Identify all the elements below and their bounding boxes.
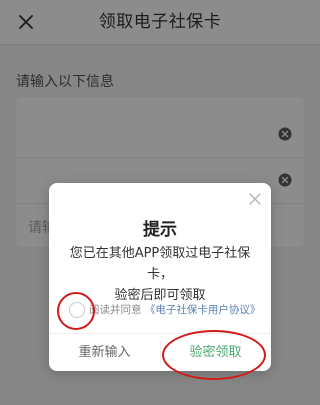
dialog-close-icon[interactable]	[249, 193, 261, 205]
dialog-title: 提示	[143, 220, 177, 240]
agreement-row: 阅读并同意 《电子社保卡用户协议》	[61, 300, 263, 320]
reenter-button[interactable]: 重新输入	[49, 334, 160, 371]
verify-and-claim-button[interactable]: 验密领取	[160, 334, 271, 371]
agreement-text: 阅读并同意 《电子社保卡用户协议》	[89, 300, 260, 320]
dialog-message: 您已在其他APP领取过电子社保卡， 验密后即可领取	[57, 243, 263, 306]
agreement-checkbox[interactable]	[69, 302, 85, 318]
dialog-message-line-1: 您已在其他APP领取过电子社保卡，	[69, 246, 251, 282]
agreement-prefix: 阅读并同意	[89, 304, 142, 316]
screen: 领取电子社保卡 请输入以下信息 请输 提示 您已在其他APP领取过电子社保卡， …	[0, 0, 320, 405]
user-agreement-link[interactable]: 《电子社保卡用户协议》	[145, 304, 261, 316]
prompt-dialog: 提示 您已在其他APP领取过电子社保卡， 验密后即可领取 阅读并同意 《电子社保…	[49, 183, 271, 371]
